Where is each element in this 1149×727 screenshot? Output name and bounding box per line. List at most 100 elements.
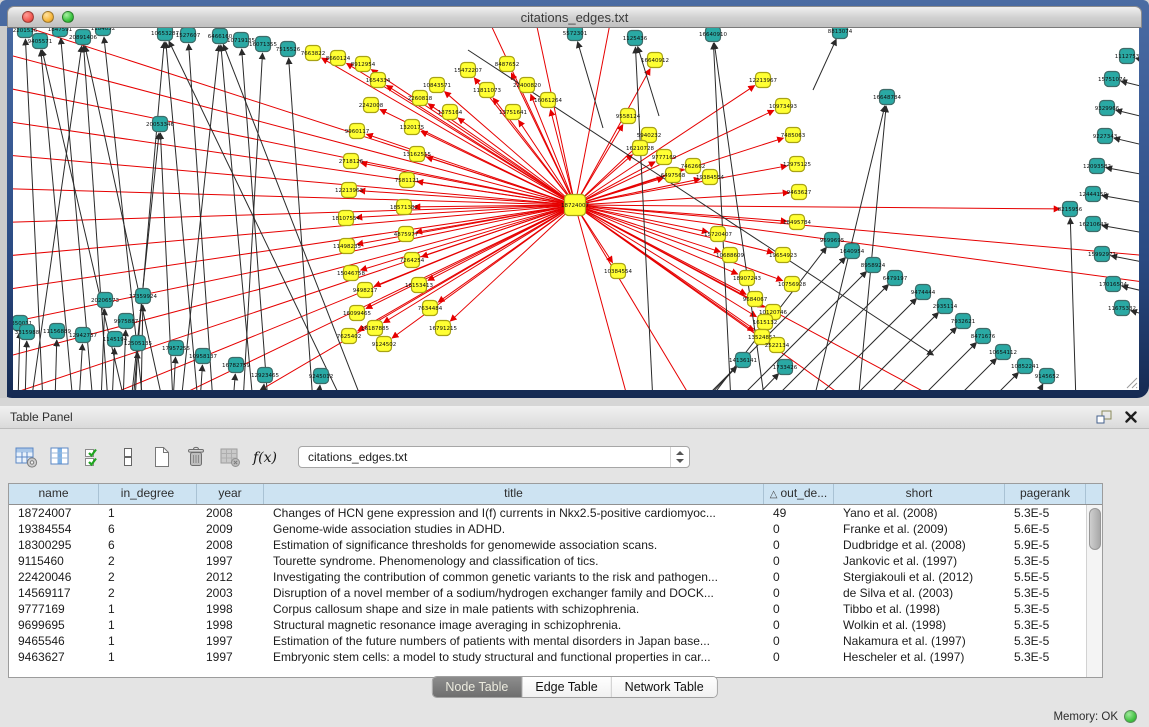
column-header-year[interactable]: year bbox=[197, 484, 264, 504]
node-label: 10688609 bbox=[716, 253, 744, 259]
memory-status-icon[interactable] bbox=[1124, 710, 1137, 723]
table-panel-title: Table Panel bbox=[10, 406, 73, 428]
node-label: 2718126 bbox=[339, 159, 364, 165]
left-edge-strip bbox=[0, 26, 7, 398]
edge bbox=[858, 106, 886, 390]
delete-column-icon[interactable] bbox=[182, 444, 210, 470]
cell-pagerank: 5.3E-5 bbox=[1005, 617, 1086, 633]
table-select-dropdown[interactable]: citations_edges.txt bbox=[298, 446, 690, 468]
table-row[interactable]: 946362711997Embryonic stem cells: a mode… bbox=[9, 649, 1102, 665]
edge bbox=[813, 39, 836, 90]
table-row[interactable]: 1456911722003Disruption of a novel membe… bbox=[9, 585, 1102, 601]
import-table-disabled-icon[interactable] bbox=[216, 444, 244, 470]
cell-name: 9777169 bbox=[9, 601, 99, 617]
tab-edge-table[interactable]: Edge Table bbox=[522, 677, 611, 697]
dropdown-arrows-icon bbox=[670, 447, 689, 467]
edge bbox=[55, 340, 57, 390]
resize-grip-icon[interactable] bbox=[1124, 375, 1138, 389]
node-label: 17016504 bbox=[1099, 282, 1127, 288]
cell-title: Estimation of the future numbers of pati… bbox=[264, 633, 764, 649]
column-header-short[interactable]: short bbox=[834, 484, 1005, 504]
column-header-title[interactable]: title bbox=[264, 484, 764, 504]
node-label: 7634484 bbox=[418, 306, 443, 312]
scrollbar-thumb[interactable] bbox=[1089, 508, 1101, 550]
table-row[interactable]: 1830029562008Estimation of significance … bbox=[9, 537, 1102, 553]
node-label: 10756928 bbox=[778, 282, 806, 288]
node-label: 10843571 bbox=[423, 83, 451, 89]
close-panel-icon[interactable] bbox=[1125, 411, 1137, 423]
network-canvas[interactable]: 9405571208914061065328715276076466160107… bbox=[13, 28, 1139, 390]
node-label: 8813074 bbox=[828, 29, 853, 35]
column-header-out_de[interactable]: △out_de... bbox=[764, 484, 834, 504]
cell-out_de: 0 bbox=[764, 585, 834, 601]
node-label: 9227343 bbox=[1093, 134, 1118, 140]
node-label: 5940232 bbox=[637, 133, 662, 139]
node-label: 18107554 bbox=[332, 216, 360, 222]
show-column-icon[interactable] bbox=[46, 444, 74, 470]
tab-network-table[interactable]: Network Table bbox=[612, 677, 717, 697]
cell-year: 2012 bbox=[197, 569, 264, 585]
cell-name: 9463627 bbox=[9, 649, 99, 665]
node-label: 18724007 bbox=[561, 203, 589, 209]
node-label: 11675332 bbox=[1108, 306, 1136, 312]
vertical-scrollbar[interactable] bbox=[1086, 505, 1102, 677]
node-label: 7581121 bbox=[395, 178, 420, 184]
column-header-in_degree[interactable]: in_degree bbox=[99, 484, 197, 504]
table-row[interactable]: 1938455462009Genome-wide association stu… bbox=[9, 521, 1102, 537]
node-label: 5572301 bbox=[563, 31, 588, 37]
cell-out_de: 0 bbox=[764, 633, 834, 649]
node-label: 1527607 bbox=[176, 33, 201, 39]
cell-title: Disruption of a novel member of a sodium… bbox=[264, 585, 764, 601]
table-row[interactable]: 977716911998Corpus callosum shape and si… bbox=[9, 601, 1102, 617]
column-header-name[interactable]: name bbox=[9, 484, 99, 504]
float-panel-icon[interactable] bbox=[1096, 410, 1113, 424]
node-label: 16187885 bbox=[361, 326, 389, 332]
cell-out_de: 0 bbox=[764, 553, 834, 569]
table-select-value: citations_edges.txt bbox=[308, 447, 407, 467]
select-columns-icon[interactable] bbox=[80, 444, 108, 470]
cell-pagerank: 5.3E-5 bbox=[1005, 553, 1086, 569]
cell-pagerank: 5.3E-5 bbox=[1005, 601, 1086, 617]
function-builder-icon[interactable]: f(x) bbox=[250, 444, 278, 470]
node-label: 8471676 bbox=[971, 334, 996, 340]
cell-title: Estimation of significance thresholds fo… bbox=[264, 537, 764, 553]
node-label: 16640912 bbox=[641, 58, 669, 64]
table-row[interactable]: 946554611997Estimation of the future num… bbox=[9, 633, 1102, 649]
edge bbox=[289, 58, 313, 390]
node-label: 9960117 bbox=[345, 129, 370, 135]
network-window-frame: citations_edges.txt 94055712089140610653… bbox=[0, 0, 1149, 398]
node-label: 10654112 bbox=[989, 350, 1017, 356]
edge bbox=[13, 188, 575, 205]
table-panel-titlebar: Table Panel bbox=[0, 406, 1149, 429]
edge bbox=[18, 332, 20, 390]
column-header-pagerank[interactable]: pagerank bbox=[1005, 484, 1086, 504]
table-row[interactable]: 911546021997Tourette syndrome. Phenomeno… bbox=[9, 553, 1102, 569]
cell-pagerank: 5.3E-5 bbox=[1005, 505, 1086, 521]
tab-node-table[interactable]: Node Table bbox=[432, 677, 522, 697]
node-label: 12942737 bbox=[69, 333, 97, 339]
node-label: 7462662 bbox=[681, 164, 706, 170]
node-label: 16099465 bbox=[343, 311, 371, 317]
table-mode-icon[interactable] bbox=[12, 444, 40, 470]
network-window-titlebar[interactable]: citations_edges.txt bbox=[7, 6, 1142, 28]
node-label: 1640954 bbox=[840, 249, 865, 255]
cell-in_degree: 2 bbox=[99, 553, 197, 569]
row-height-icon[interactable] bbox=[114, 444, 142, 470]
edge bbox=[173, 357, 176, 390]
cell-out_de: 0 bbox=[764, 601, 834, 617]
node-label: 20053346 bbox=[146, 122, 174, 128]
application-window: citations_edges.txt 94055712089140610653… bbox=[0, 0, 1149, 727]
node-label: 11811073 bbox=[473, 88, 501, 94]
edge bbox=[13, 48, 575, 205]
node-label: 9329966 bbox=[1095, 106, 1120, 112]
edge bbox=[1116, 110, 1139, 124]
node-label: 13751641 bbox=[499, 110, 527, 116]
node-label: 1615132 bbox=[753, 320, 778, 326]
table-row[interactable]: 1872400712008Changes of HCN gene express… bbox=[9, 505, 1102, 521]
table-row[interactable]: 969969511998Structural magnetic resonanc… bbox=[9, 617, 1102, 633]
cell-in_degree: 1 bbox=[99, 505, 197, 521]
table-row[interactable]: 2242004622012Investigating the contribut… bbox=[9, 569, 1102, 585]
edge bbox=[374, 205, 575, 286]
create-column-icon[interactable] bbox=[148, 444, 176, 470]
edge bbox=[1121, 81, 1139, 94]
